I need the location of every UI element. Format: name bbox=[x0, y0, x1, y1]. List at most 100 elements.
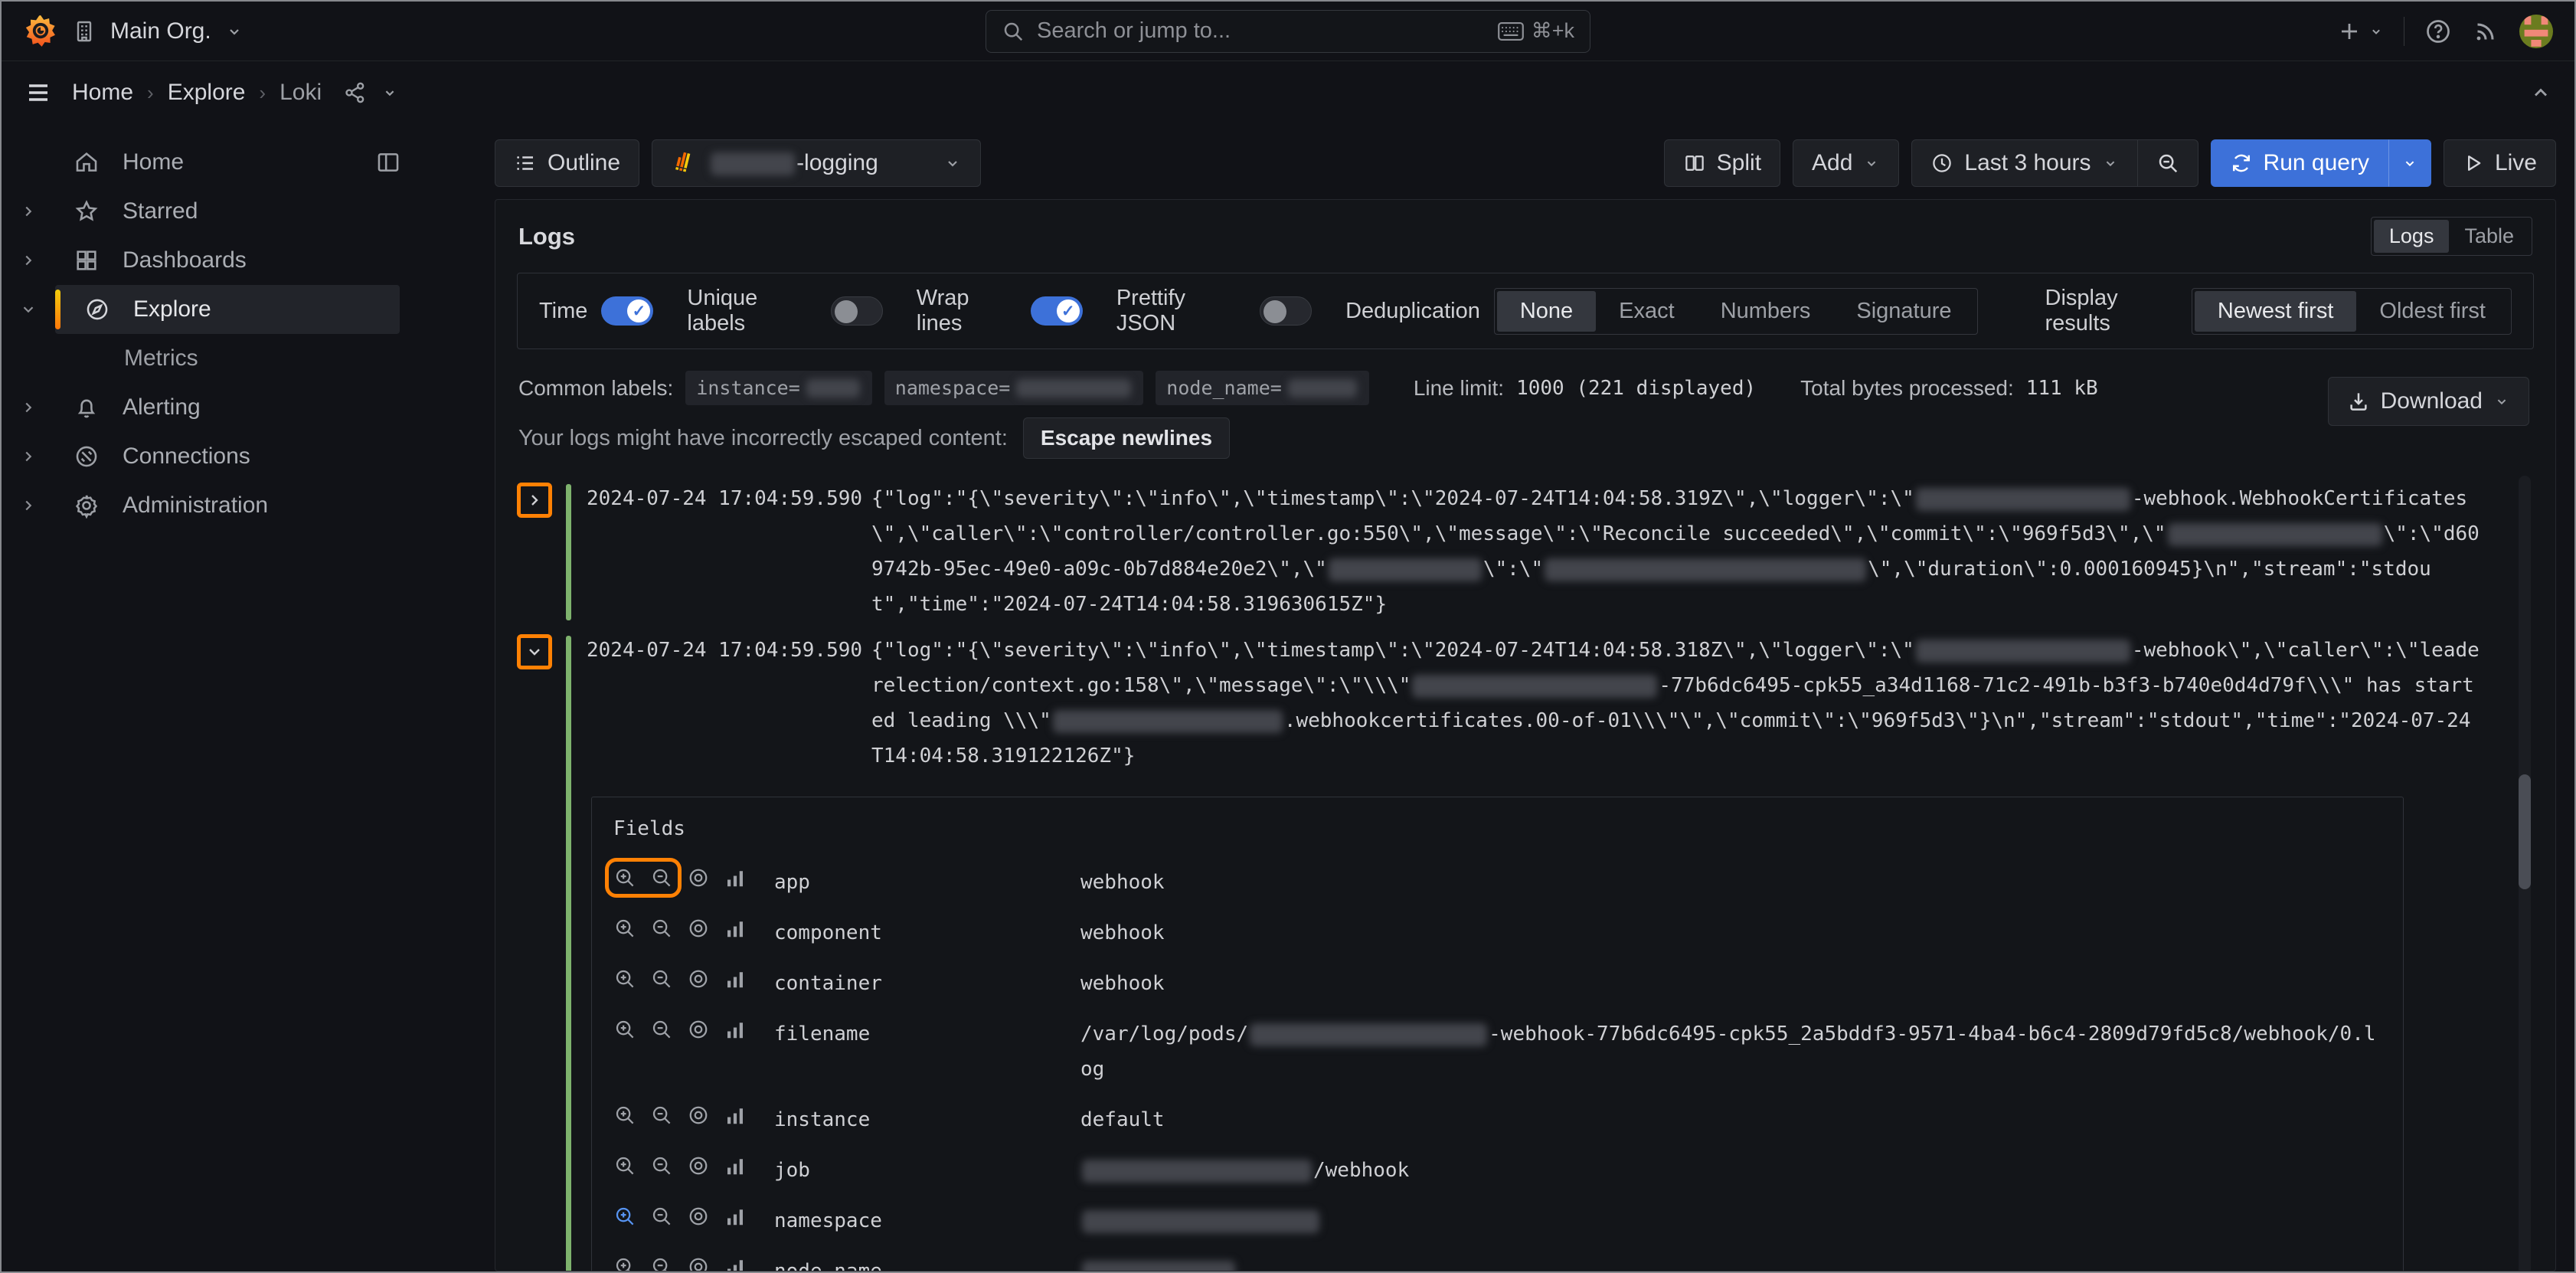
field-stats-icon[interactable] bbox=[724, 1018, 747, 1041]
field-value: default bbox=[1080, 1108, 1165, 1131]
filter-for-value-icon[interactable] bbox=[613, 1154, 636, 1177]
log-meta-row: Common labels: instance= namespace= node… bbox=[518, 371, 2303, 405]
unique-labels-toggle[interactable] bbox=[830, 296, 883, 326]
toggle-field-visibility-icon[interactable] bbox=[687, 866, 710, 889]
live-button[interactable]: Live bbox=[2443, 139, 2556, 187]
view-toggle-table[interactable]: Table bbox=[2449, 220, 2529, 253]
filter-for-value-icon[interactable] bbox=[613, 1018, 636, 1041]
breadcrumb-explore[interactable]: Explore bbox=[168, 80, 246, 106]
sidebar-item-alerting[interactable]: Alerting bbox=[2, 383, 461, 432]
org-switcher-label[interactable]: Main Org. bbox=[110, 18, 211, 44]
breadcrumb-loki[interactable]: Loki bbox=[280, 80, 322, 106]
filter-out-value-icon[interactable] bbox=[650, 967, 673, 990]
field-stats-icon[interactable] bbox=[724, 1154, 747, 1177]
dedup-numbers[interactable]: Numbers bbox=[1698, 291, 1834, 332]
bell-icon bbox=[72, 394, 101, 421]
toggle-field-visibility-icon[interactable] bbox=[687, 1255, 710, 1271]
split-button[interactable]: Split bbox=[1663, 139, 1781, 187]
toggle-field-visibility-icon[interactable] bbox=[687, 1018, 710, 1041]
chevron-right-icon[interactable] bbox=[2, 448, 55, 465]
search-shortcut-label: ⌘+k bbox=[1531, 19, 1574, 42]
scrollbar-thumb[interactable] bbox=[2519, 774, 2531, 889]
dock-sidebar-icon[interactable] bbox=[375, 149, 401, 175]
chevron-down-icon[interactable] bbox=[225, 22, 244, 41]
chevron-right-icon[interactable] bbox=[2, 252, 55, 269]
prettify-json-toggle[interactable] bbox=[1260, 296, 1313, 326]
dedup-exact[interactable]: Exact bbox=[1596, 291, 1698, 332]
building-icon bbox=[72, 19, 96, 44]
grafana-logo[interactable] bbox=[23, 14, 58, 49]
dedup-none[interactable]: None bbox=[1496, 290, 1597, 332]
news-rss-icon[interactable] bbox=[2472, 18, 2499, 45]
collapse-log-row-icon[interactable] bbox=[517, 634, 552, 669]
filter-out-value-icon[interactable] bbox=[650, 1154, 673, 1177]
run-query-button[interactable]: Run query bbox=[2210, 139, 2388, 187]
sidebar-item-dashboards[interactable]: Dashboards bbox=[2, 236, 461, 285]
filter-out-value-icon[interactable] bbox=[650, 1205, 673, 1228]
time-range-picker[interactable]: Last 3 hours bbox=[1911, 139, 2138, 187]
filter-out-value-icon[interactable] bbox=[650, 1255, 673, 1271]
log-timestamp: 2024-07-24 17:04:59.590 bbox=[587, 487, 863, 510]
global-search-input[interactable]: Search or jump to... ⌘+k bbox=[986, 9, 1590, 53]
sidebar-item-administration[interactable]: Administration bbox=[2, 481, 461, 530]
datasource-picker[interactable]: -logging bbox=[652, 139, 982, 187]
download-button[interactable]: Download bbox=[2327, 377, 2529, 426]
menu-icon[interactable] bbox=[25, 79, 52, 106]
filter-for-value-icon[interactable] bbox=[613, 1104, 636, 1127]
chevron-right-icon[interactable] bbox=[2, 203, 55, 220]
field-stats-icon[interactable] bbox=[724, 1205, 747, 1228]
sidebar-item-connections[interactable]: Connections bbox=[2, 432, 461, 481]
time-toggle[interactable] bbox=[601, 296, 654, 326]
toggle-field-visibility-icon[interactable] bbox=[687, 967, 710, 990]
sidebar-item-home[interactable]: Home bbox=[2, 138, 461, 187]
sort-newest-first[interactable]: Newest first bbox=[2194, 290, 2357, 332]
help-icon[interactable] bbox=[2424, 18, 2452, 45]
wrap-lines-toggle[interactable] bbox=[1030, 296, 1083, 326]
breadcrumb-home[interactable]: Home bbox=[72, 80, 133, 106]
run-query-dropdown[interactable] bbox=[2388, 139, 2431, 187]
toggle-field-visibility-icon[interactable] bbox=[687, 1154, 710, 1177]
zoom-out-time-button[interactable] bbox=[2137, 139, 2198, 187]
field-stats-icon[interactable] bbox=[724, 1255, 747, 1271]
field-stats-icon[interactable] bbox=[724, 967, 747, 990]
toggle-field-visibility-icon[interactable] bbox=[687, 917, 710, 940]
user-avatar[interactable] bbox=[2519, 14, 2553, 48]
field-stats-icon[interactable] bbox=[724, 866, 747, 889]
expand-log-row-icon[interactable] bbox=[517, 483, 552, 518]
panel-title: Logs bbox=[518, 222, 576, 250]
field-stats-icon[interactable] bbox=[724, 917, 747, 940]
sort-oldest-first[interactable]: Oldest first bbox=[2356, 291, 2509, 332]
chevron-right-icon[interactable] bbox=[2, 399, 55, 416]
collapse-chrome-icon[interactable] bbox=[2530, 82, 2551, 103]
filter-for-value-icon[interactable] bbox=[613, 917, 636, 940]
field-stats-icon[interactable] bbox=[724, 1104, 747, 1127]
sidebar-item-starred[interactable]: Starred bbox=[2, 187, 461, 236]
sidebar-item-metrics[interactable]: Metrics bbox=[2, 334, 461, 383]
filter-for-value-icon[interactable] bbox=[613, 1255, 636, 1271]
filter-for-value-icon[interactable] bbox=[613, 866, 636, 889]
escape-newlines-button[interactable]: Escape newlines bbox=[1022, 417, 1231, 459]
sidebar-item-explore[interactable]: Explore bbox=[2, 285, 461, 334]
add-button[interactable]: Add bbox=[1793, 139, 1900, 187]
add-new-button[interactable] bbox=[2338, 20, 2384, 43]
outline-button[interactable]: Outline bbox=[495, 139, 640, 187]
chevron-down-icon[interactable] bbox=[2, 301, 55, 318]
chevron-down-icon[interactable] bbox=[381, 84, 398, 101]
filter-out-value-icon[interactable] bbox=[650, 917, 673, 940]
dedup-signature[interactable]: Signature bbox=[1833, 291, 1974, 332]
redacted-text bbox=[2167, 522, 2382, 546]
common-labels-label: Common labels: bbox=[518, 375, 674, 400]
toggle-field-visibility-icon[interactable] bbox=[687, 1205, 710, 1228]
chevron-right-icon[interactable] bbox=[2, 497, 55, 514]
filter-out-value-icon[interactable] bbox=[650, 1018, 673, 1041]
view-toggle-logs[interactable]: Logs bbox=[2373, 220, 2450, 253]
share-icon[interactable] bbox=[343, 80, 368, 105]
compass-icon bbox=[83, 296, 112, 322]
field-row-node-name: node_name bbox=[613, 1246, 2381, 1271]
filter-out-value-icon[interactable] bbox=[650, 866, 673, 889]
filter-for-value-icon[interactable] bbox=[613, 967, 636, 990]
toggle-field-visibility-icon[interactable] bbox=[687, 1104, 710, 1127]
filter-for-value-icon-active[interactable] bbox=[613, 1205, 636, 1228]
sort-order-options: Newest first Oldest first bbox=[2191, 287, 2512, 335]
filter-out-value-icon[interactable] bbox=[650, 1104, 673, 1127]
